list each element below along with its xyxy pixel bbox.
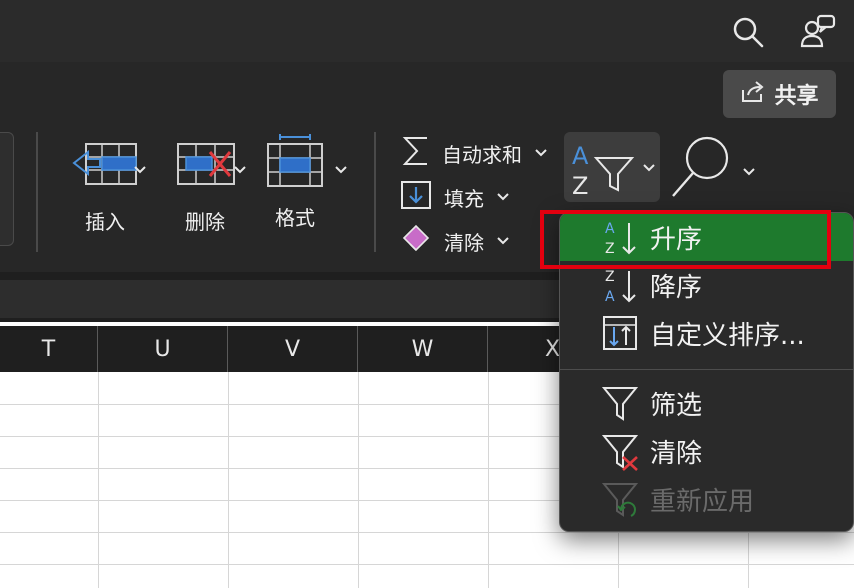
column-divider	[228, 372, 229, 588]
menu-item-label: 重新应用	[650, 486, 755, 517]
insert-label: 插入	[85, 210, 125, 234]
menu-item-label: 自定义排序...	[650, 320, 805, 351]
column-header-label: T	[41, 336, 56, 362]
sort-filter-icon: A Z	[570, 138, 636, 202]
find-button[interactable]	[666, 134, 736, 204]
column-header-label: X	[544, 336, 561, 362]
sort-filter-button[interactable]: A Z	[564, 132, 660, 202]
autosum-label: 自动求和	[442, 142, 522, 167]
menu-item-clear-filter[interactable]: 清除	[560, 427, 853, 475]
menu-item-filter[interactable]: 筛选	[560, 379, 853, 427]
magnifier-icon	[669, 134, 733, 204]
chevron-down-icon[interactable]	[496, 192, 510, 202]
people-chat-icon[interactable]	[796, 10, 840, 54]
chevron-down-icon[interactable]	[233, 160, 247, 179]
column-header-u[interactable]: U	[98, 326, 228, 372]
clear-label: 清除	[444, 230, 484, 255]
fill-down-icon	[400, 180, 432, 214]
share-icon	[740, 80, 766, 108]
svg-text:Z: Z	[605, 269, 615, 285]
sigma-icon	[402, 134, 430, 172]
chevron-down-icon[interactable]	[534, 148, 548, 158]
delete-button[interactable]: 删除	[160, 138, 250, 235]
reapply-filter-icon	[601, 479, 639, 519]
sort-descending-icon: Z A	[601, 265, 639, 305]
menu-separator	[560, 369, 853, 370]
menu-item-label: 清除	[650, 438, 703, 469]
column-divider	[98, 372, 99, 588]
chevron-down-icon[interactable]	[334, 160, 348, 179]
column-divider	[488, 372, 489, 588]
delete-cells-icon	[172, 138, 238, 192]
svg-text:Z: Z	[572, 172, 588, 198]
format-cells-icon	[264, 134, 326, 192]
menu-item-reapply: 重新应用	[560, 475, 853, 523]
column-divider	[358, 372, 359, 588]
row-divider	[0, 564, 854, 565]
column-header-w[interactable]: W	[358, 326, 488, 372]
column-header-label: U	[154, 336, 171, 362]
search-icon[interactable]	[728, 12, 768, 52]
menu-item-custom-sort[interactable]: 自定义排序...	[560, 309, 853, 357]
chevron-down-icon[interactable]	[133, 160, 147, 179]
share-label: 共享	[774, 84, 819, 109]
menu-item-label: 筛选	[650, 390, 703, 421]
chevron-down-icon[interactable]	[742, 162, 756, 181]
insert-cells-icon	[72, 138, 138, 192]
ribbon-divider	[374, 132, 376, 252]
chevron-down-icon[interactable]	[496, 236, 510, 246]
column-header-label: V	[284, 336, 301, 362]
fill-label: 填充	[444, 186, 484, 211]
fill-button[interactable]: 填充	[400, 180, 510, 214]
svg-text:A: A	[572, 142, 589, 170]
svg-text:A: A	[605, 289, 615, 305]
column-header-label: W	[411, 336, 434, 362]
eraser-icon	[400, 224, 432, 258]
format-label: 格式	[275, 206, 315, 230]
share-button[interactable]: 共享	[723, 70, 836, 118]
row-divider	[0, 532, 854, 533]
autosum-button[interactable]: 自动求和	[402, 134, 548, 172]
custom-sort-icon	[601, 313, 639, 353]
chevron-down-icon[interactable]	[642, 163, 656, 173]
filter-icon	[601, 383, 639, 423]
menu-item-label: 降序	[650, 272, 703, 303]
insert-button[interactable]: 插入	[60, 138, 150, 235]
ribbon-divider	[36, 132, 38, 252]
clear-button[interactable]: 清除	[400, 224, 510, 258]
delete-label: 删除	[185, 210, 225, 234]
title-bar	[0, 0, 854, 62]
highlight-annotation	[540, 210, 831, 269]
column-header-v[interactable]: V	[228, 326, 358, 372]
clear-filter-icon	[601, 431, 639, 471]
column-header-t[interactable]: T	[0, 326, 98, 372]
format-button[interactable]: 格式	[260, 134, 330, 231]
ribbon-scroll-stub[interactable]	[0, 132, 14, 246]
